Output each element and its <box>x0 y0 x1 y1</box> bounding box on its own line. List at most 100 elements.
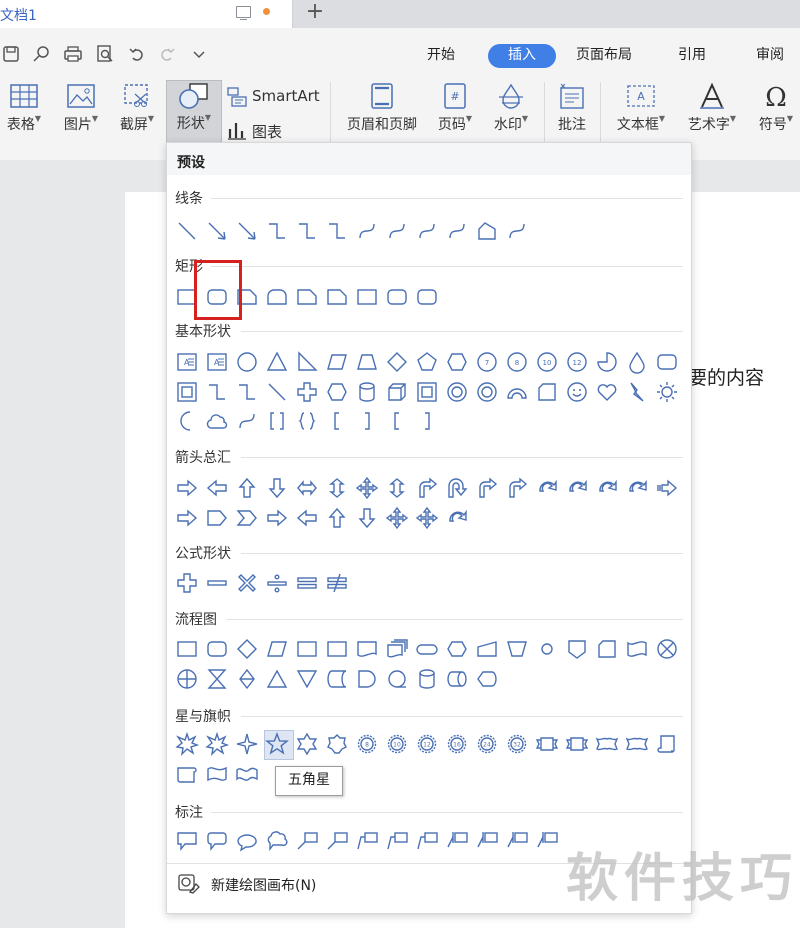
basic-shape-rbr-icon[interactable] <box>355 409 379 433</box>
flowchart-shape-doc-icon[interactable] <box>355 637 379 661</box>
flowchart-shape-seq-icon[interactable] <box>385 667 409 691</box>
arrow-shape-circArr-icon[interactable] <box>625 476 649 500</box>
line-shape-arrowline-icon[interactable] <box>235 219 259 243</box>
flowchart-shape-prep-icon[interactable] <box>445 637 469 661</box>
line-shape-curve-icon[interactable] <box>385 219 409 243</box>
basic-shape-num-icon[interactable]: 8 <box>505 350 529 374</box>
basic-shape-frame-icon[interactable] <box>175 380 199 404</box>
basic-shape-pent-icon[interactable] <box>415 350 439 374</box>
arrow-shape-bent-icon[interactable] <box>415 476 439 500</box>
arrow-shape-arD-icon[interactable] <box>355 506 379 530</box>
star-banner-shape-burst-icon[interactable] <box>205 732 229 756</box>
flowchart-shape-manin-icon[interactable] <box>475 637 499 661</box>
star-banner-shape-burst-icon[interactable] <box>175 732 199 756</box>
flowchart-shape-rrect-icon[interactable] <box>205 637 229 661</box>
basic-shape-brace-icon[interactable] <box>295 409 319 433</box>
watermark-button[interactable]: 水印▼ <box>488 82 534 144</box>
rectangle-shape-snip-icon[interactable] <box>295 285 319 309</box>
flowchart-shape-para-icon[interactable] <box>265 637 289 661</box>
basic-shape-elbow-icon[interactable] <box>205 380 229 404</box>
callout-shape-callLine2-icon[interactable] <box>355 829 379 853</box>
star-banner-shape-starN-icon[interactable]: 12 <box>415 732 439 756</box>
arrow-shape-ar4-icon[interactable] <box>415 506 439 530</box>
equation-shape-eq-icon[interactable] <box>295 571 319 595</box>
flowchart-shape-sort-icon[interactable] <box>235 667 259 691</box>
arrow-shape-chev-icon[interactable] <box>235 506 259 530</box>
export-icon[interactable] <box>32 45 50 63</box>
basic-shape-drop-icon[interactable] <box>625 350 649 374</box>
arrow-shape-circArr-icon[interactable] <box>565 476 589 500</box>
monitor-icon[interactable] <box>236 6 251 21</box>
rectangle-shape-snip-icon[interactable] <box>325 285 349 309</box>
callout-shape-callC-icon[interactable] <box>265 829 289 853</box>
basic-shape-circle-icon[interactable] <box>235 350 259 374</box>
star-banner-shape-scroll-icon[interactable] <box>655 732 679 756</box>
arrow-shape-circArr-icon[interactable] <box>535 476 559 500</box>
flowchart-shape-offpage-icon[interactable] <box>565 637 589 661</box>
callout-shape-callAcc-icon[interactable] <box>475 829 499 853</box>
star-banner-shape-wave-icon[interactable] <box>205 762 229 786</box>
callout-shape-callAcc-icon[interactable] <box>535 829 559 853</box>
callout-shape-callAcc-icon[interactable] <box>505 829 529 853</box>
flowchart-shape-conn-icon[interactable] <box>535 637 559 661</box>
star-banner-shape-star7-icon[interactable] <box>325 732 349 756</box>
line-shape-curve-icon[interactable] <box>505 219 529 243</box>
redo-icon[interactable] <box>158 45 176 63</box>
arrow-shape-arL-icon[interactable] <box>295 506 319 530</box>
star-banner-shape-dwave-icon[interactable] <box>235 762 259 786</box>
line-shape-line-icon[interactable] <box>175 219 199 243</box>
basic-shape-donut-icon[interactable] <box>445 380 469 404</box>
shape-button[interactable]: 形状▼ <box>166 80 222 144</box>
flowchart-shape-extract-icon[interactable] <box>265 667 289 691</box>
equation-shape-plus-icon[interactable] <box>175 571 199 595</box>
arrow-shape-bent-icon[interactable] <box>505 476 529 500</box>
basic-shape-rtri-icon[interactable] <box>295 350 319 374</box>
basic-shape-bolt-icon[interactable] <box>625 380 649 404</box>
basic-shape-heart-icon[interactable] <box>595 380 619 404</box>
new-tab-button[interactable]: + <box>302 0 328 26</box>
flowchart-shape-display-icon[interactable] <box>475 667 499 691</box>
basic-shape-num-icon[interactable]: 12 <box>565 350 589 374</box>
flowchart-shape-delay-icon[interactable] <box>355 667 379 691</box>
arrow-shape-circArr-icon[interactable] <box>445 506 469 530</box>
basic-shape-num-icon[interactable]: 10 <box>535 350 559 374</box>
line-shape-arrowline-icon[interactable] <box>205 219 229 243</box>
star-banner-shape-starN-icon[interactable]: 8 <box>355 732 379 756</box>
basic-shape-hex-icon[interactable] <box>445 350 469 374</box>
arrow-shape-arUD-icon[interactable] <box>385 476 409 500</box>
basic-shape-hex-icon[interactable] <box>325 380 349 404</box>
wordart-button[interactable]: 艺术字▼ <box>680 82 744 144</box>
basic-shape-rrect-icon[interactable] <box>655 350 679 374</box>
line-shape-elbow-icon[interactable] <box>325 219 349 243</box>
star-banner-shape-starN-icon[interactable]: 16 <box>445 732 469 756</box>
basic-shape-line-icon[interactable] <box>265 380 289 404</box>
tab-page-layout[interactable]: 页面布局 <box>576 44 632 68</box>
callout-shape-callRR-icon[interactable] <box>205 829 229 853</box>
callout-shape-callO-icon[interactable] <box>235 829 259 853</box>
screenshot-button[interactable]: 截屏▼ <box>112 82 162 144</box>
equation-shape-times-icon[interactable] <box>235 571 259 595</box>
callout-shape-callLine2-icon[interactable] <box>415 829 439 853</box>
basic-shape-arc-icon[interactable] <box>505 380 529 404</box>
callout-shape-callLine-icon[interactable] <box>295 829 319 853</box>
arrow-shape-arU-icon[interactable] <box>235 476 259 500</box>
star-banner-shape-starN-icon[interactable]: 32 <box>505 732 529 756</box>
line-shape-curve-icon[interactable] <box>445 219 469 243</box>
basic-shape-smile-icon[interactable] <box>565 380 589 404</box>
flowchart-shape-rect-icon[interactable] <box>325 637 349 661</box>
flowchart-shape-manop-icon[interactable] <box>505 637 529 661</box>
basic-shape-cloud-icon[interactable] <box>205 409 229 433</box>
basic-shape-elbow-icon[interactable] <box>235 380 259 404</box>
basic-shape-frame-icon[interactable] <box>415 380 439 404</box>
basic-shape-plus-icon[interactable] <box>295 380 319 404</box>
star-banner-shape-starN-icon[interactable]: 10 <box>385 732 409 756</box>
star-banner-shape-scrollH-icon[interactable] <box>175 762 199 786</box>
line-shape-curve-icon[interactable] <box>415 219 439 243</box>
print-preview-icon[interactable] <box>96 45 114 63</box>
basic-shape-bracket-icon[interactable] <box>265 409 289 433</box>
flowchart-shape-multidoc-icon[interactable] <box>385 637 409 661</box>
save-icon[interactable] <box>2 45 20 63</box>
basic-shape-pie-icon[interactable] <box>595 350 619 374</box>
arrow-shape-arLR-icon[interactable] <box>295 476 319 500</box>
basic-shape-lbr-icon[interactable] <box>385 409 409 433</box>
